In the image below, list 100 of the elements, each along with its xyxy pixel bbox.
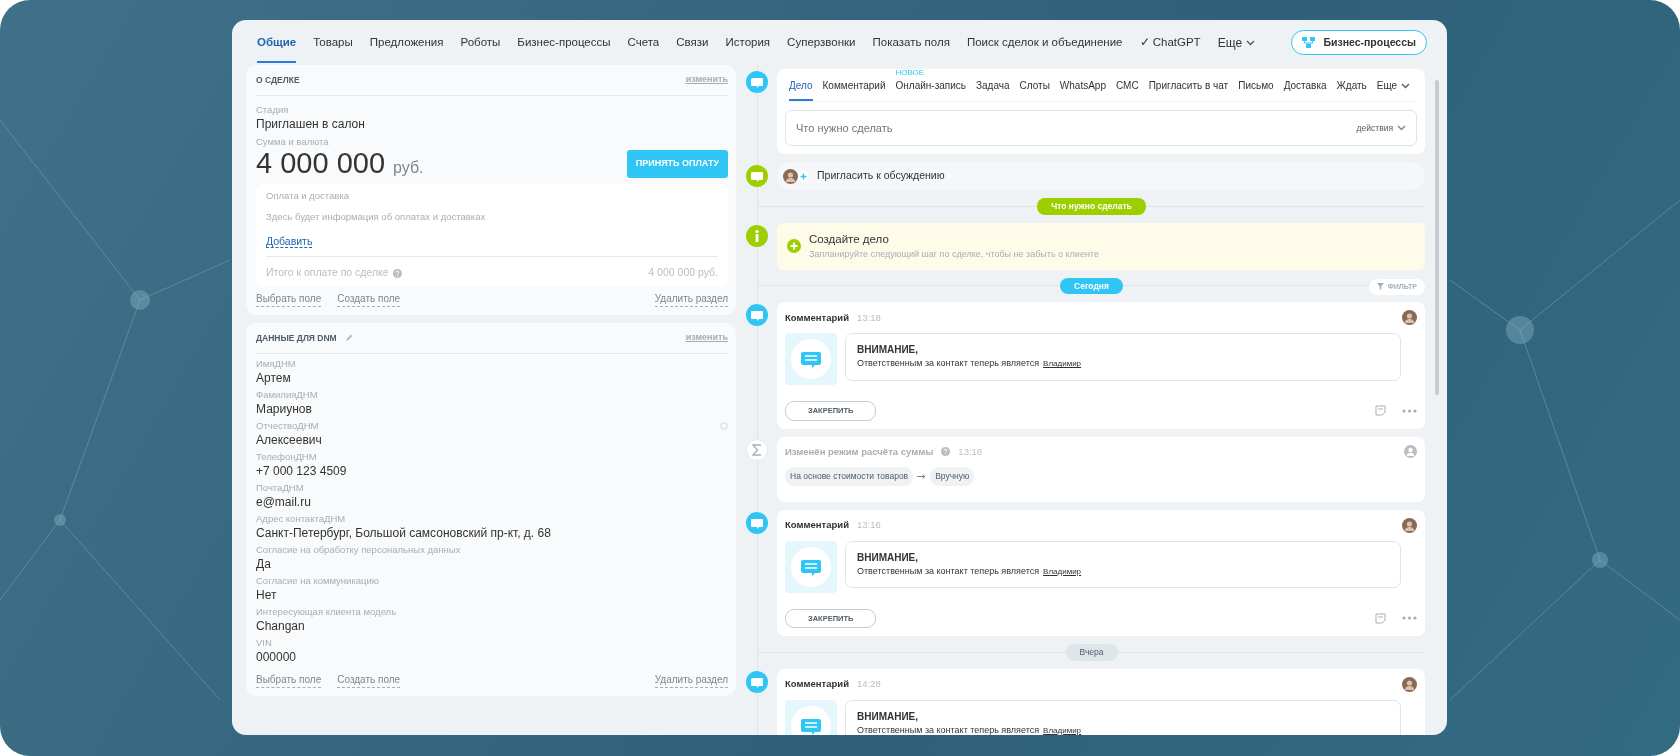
field-label: Сумма и валюта <box>256 136 330 148</box>
nav-tab[interactable]: Счета <box>627 21 660 64</box>
field-label: ПочтаДНМ <box>256 482 304 494</box>
avatar-icon <box>1402 676 1417 692</box>
entry-time: 13:18 <box>857 310 881 325</box>
user-mention[interactable]: Владимир <box>1043 724 1082 735</box>
chat-bubble-icon <box>746 670 768 693</box>
invite-label: Пригласить к обсуждению <box>817 168 945 184</box>
field-value: Changan <box>256 618 306 634</box>
chevron-icon <box>1401 82 1411 89</box>
scrollbar-thumb[interactable] <box>1435 80 1439 395</box>
gear-icon <box>720 422 728 430</box>
nav-tab[interactable]: Связи <box>676 21 709 64</box>
entry-title: Комментарий <box>785 676 849 691</box>
nav-tab[interactable]: История <box>725 21 771 64</box>
field-value: 000000 <box>256 649 298 665</box>
message-text: Ответственным за контакт теперь является <box>857 564 1040 578</box>
composer-tab[interactable]: Комментарий <box>822 69 886 101</box>
nav-tab[interactable]: Товары <box>313 21 353 64</box>
sigma-icon <box>746 438 768 461</box>
nav-tab[interactable]: Общие <box>257 21 297 64</box>
date-label: Что нужно сделать <box>1037 198 1146 215</box>
avatar-icon <box>783 168 798 184</box>
flowchart-icon <box>1302 37 1316 48</box>
actions-dropdown[interactable]: действия <box>1356 121 1406 135</box>
message-heading: ВНИМАНИЕ, <box>857 550 920 565</box>
more-menu[interactable]: Еще <box>1376 69 1411 101</box>
info-text: Здесь будет информация об оплатах и доставках <box>266 210 487 224</box>
composer-tab[interactable]: Пригласить в чат <box>1148 69 1229 101</box>
field-label: ФамилияДНМ <box>256 389 318 401</box>
process-button[interactable]: Бизнес-процессы <box>1291 29 1427 56</box>
value-chip: На основе стоимости товаров <box>785 466 914 486</box>
todo-field[interactable]: Что нужно сделать действия <box>785 110 1417 146</box>
field-value: Артем <box>256 370 292 386</box>
more-menu[interactable]: Еще <box>1217 33 1256 52</box>
field-label: Стадия <box>256 104 290 116</box>
composer-tab[interactable]: Задача <box>976 69 1010 101</box>
help-icon <box>941 447 951 457</box>
help-icon <box>392 268 402 278</box>
composer-tab[interactable]: WhatsApp <box>1059 69 1106 101</box>
section-title: О СДЕЛКЕ <box>256 73 300 87</box>
nav-tab[interactable]: Предложения <box>369 21 444 64</box>
invite-bar[interactable]: Пригласить к обсуждению <box>777 162 1425 190</box>
field-value: Мариунов <box>256 401 313 417</box>
nav-tab[interactable]: Показать поля <box>872 21 950 64</box>
user-mention[interactable]: Владимир <box>1043 565 1082 578</box>
more-dots-icon[interactable] <box>1402 408 1417 413</box>
plus-icon <box>798 170 809 182</box>
entry-time: 13:16 <box>857 517 881 532</box>
field-value: Санкт-Петербург, Большой самсоновский пр-кт, д. 68 <box>256 525 552 541</box>
nav-tab[interactable]: Роботы <box>460 21 501 64</box>
field-value: Да <box>256 556 272 572</box>
composer-tab[interactable]: Дело <box>789 69 813 101</box>
delete-section-link[interactable]: Удалить раздел <box>654 291 728 307</box>
field-label: Согласие на обработку персональных данных <box>256 544 461 556</box>
field-label: Адрес контактаДНМ <box>256 513 346 525</box>
chat-bubble-icon <box>746 304 768 327</box>
nav-tab[interactable]: Бизнес-процессы <box>517 21 611 64</box>
date-label: Сегодня <box>1060 277 1123 295</box>
field-label: ОтчествоДНМ <box>256 420 319 432</box>
arrow-icon <box>917 473 927 479</box>
composer-tab[interactable]: Ждать <box>1336 69 1367 101</box>
nav-tab[interactable]: ✓ ChatGPT <box>1139 21 1201 64</box>
filter-icon <box>1376 283 1384 291</box>
field-label: ТелефонДНМ <box>256 451 317 463</box>
create-field-link[interactable]: Создать поле <box>337 291 401 307</box>
message-heading: ВНИМАНИЕ, <box>857 343 920 358</box>
avatar-icon <box>1402 517 1417 533</box>
pencil-icon <box>344 334 353 342</box>
select-field-link[interactable]: Выбрать поле <box>256 672 322 688</box>
composer-tab[interactable]: Письмо <box>1238 69 1274 101</box>
delete-section-link[interactable]: Удалить раздел <box>654 672 728 688</box>
chevron-icon <box>1246 39 1256 46</box>
composer-tab[interactable]: Слоты <box>1019 69 1050 101</box>
composer-tab[interactable]: Доставка <box>1283 69 1327 101</box>
composer-tab[interactable]: СМС <box>1116 69 1139 101</box>
note-icon[interactable] <box>1375 405 1386 417</box>
field-value: Приглашен в салон <box>256 116 366 132</box>
entry-title: Изменён режим расчёта суммы <box>785 444 934 459</box>
chat-tile-icon <box>785 540 837 593</box>
message-heading: ВНИМАНИЕ, <box>857 709 920 724</box>
more-dots-icon[interactable] <box>1402 616 1417 621</box>
nav-tab[interactable]: Суперзвонки <box>787 21 856 64</box>
chat-tile-icon <box>785 333 837 386</box>
field-value: Нет <box>256 587 278 603</box>
select-field-link[interactable]: Выбрать поле <box>256 291 322 307</box>
create-field-link[interactable]: Создать поле <box>337 672 401 688</box>
field-value: +7 000 123 4509 <box>256 463 348 479</box>
currency-label: руб. <box>393 158 424 178</box>
note-icon[interactable] <box>1375 612 1386 624</box>
add-link[interactable]: Добавить <box>266 235 313 249</box>
todo-title: Создайте дело <box>809 231 890 247</box>
date-label: Вчера <box>1065 643 1118 661</box>
add-icon[interactable] <box>787 239 801 254</box>
user-mention[interactable]: Владимир <box>1043 358 1082 371</box>
field-label: ИмяДНМ <box>256 358 296 370</box>
section-title: ДАННЫЕ ДЛЯ DNM <box>256 331 337 345</box>
value-chip: Вручную <box>930 466 975 486</box>
box-title: Оплата и доставка <box>266 190 351 202</box>
nav-tab[interactable]: Поиск сделок и объединение <box>966 21 1123 64</box>
